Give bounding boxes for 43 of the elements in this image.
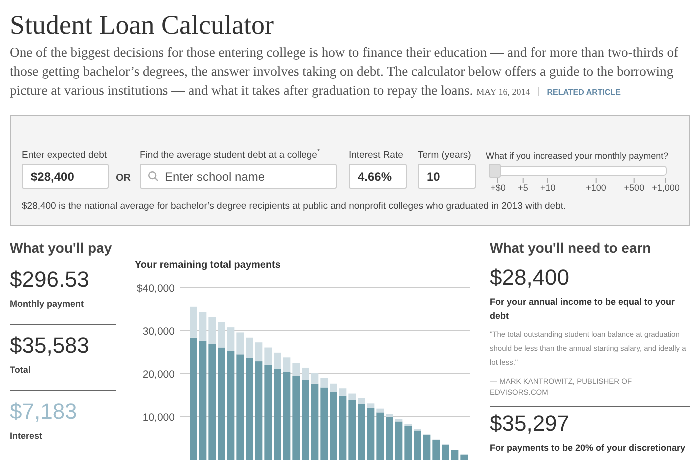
term-input[interactable]: 10: [418, 164, 476, 189]
stat-value: $296.53: [10, 267, 91, 293]
date-label: MAY 16, 2014: [476, 87, 530, 97]
stat-label: Interest: [10, 431, 44, 442]
axis-label: $40,000: [137, 283, 175, 295]
slider-tick-label: +100: [586, 178, 606, 194]
stat-label: Monthly payment: [10, 299, 86, 310]
slider-tick-label: +500: [624, 178, 645, 194]
page-title: Student Loan Calculator: [10, 9, 275, 42]
interest-rate-input[interactable]: 4.66%: [349, 164, 407, 189]
field-label: Interest Rate: [349, 149, 404, 163]
axis-label: 10,000: [142, 412, 175, 424]
payment-slider[interactable]: [489, 164, 667, 178]
related-article-link[interactable]: RELATED ARTICLE: [547, 88, 621, 97]
earn-label: For payments to be 20% of your discretionary: [490, 442, 687, 455]
earn-label: For your annual income to be equal to your debt: [490, 296, 676, 323]
section-heading: What you'll need to earn: [490, 239, 652, 257]
intro-paragraph: One of the biggest decisions for those entering college is how to finance their education — and for more than two-thirds of those getting bachelor’s degrees, the answer involves taking on debt. The calculator below offers a guide to the borrowing picture at various institutions — and what it takes after graduation to repay the loans. MAY 16, 2014 RELATED ARTICLE: [10, 44, 680, 100]
earn-value: $28,400: [490, 265, 571, 291]
field-label: Find the average student debt at a college$^{*}$: [140, 149, 322, 163]
stat-label: Total: [10, 365, 32, 376]
field-label: Enter expected debt: [22, 149, 108, 163]
axis-label: 20,000: [142, 369, 175, 381]
average-debt-note: $28,400 is the national average for bachelor’s degree recipients at public and nonprofit colleges who graduated in 2013 with debt.: [22, 200, 568, 214]
stat-value: $7,183: [10, 399, 78, 425]
or-label: OR: [116, 172, 132, 186]
field-label: What if you increased your monthly payment?: [486, 150, 670, 163]
earn-value: $35,297: [490, 411, 571, 437]
field-label: Term (years): [418, 149, 472, 163]
axis-label: 30,000: [142, 326, 175, 338]
slider-tick-label: +10: [540, 178, 556, 194]
section-heading: What you'll pay: [10, 239, 114, 257]
debt-input[interactable]: $28,400: [22, 164, 109, 189]
slider-tick-label: +1,000: [652, 178, 680, 194]
search-icon: [148, 171, 159, 182]
chart-bar: [451, 450, 459, 460]
slider-tick-label: +$0: [490, 178, 506, 194]
slider-thumb[interactable]: [489, 164, 501, 178]
slider-tick-label: +5: [518, 178, 528, 194]
school-search-field[interactable]: Enter school name: [140, 164, 337, 189]
chart-title: Your remaining total payments: [135, 259, 282, 273]
chart-bar: [460, 454, 468, 460]
stat-value: $35,583: [10, 333, 91, 359]
